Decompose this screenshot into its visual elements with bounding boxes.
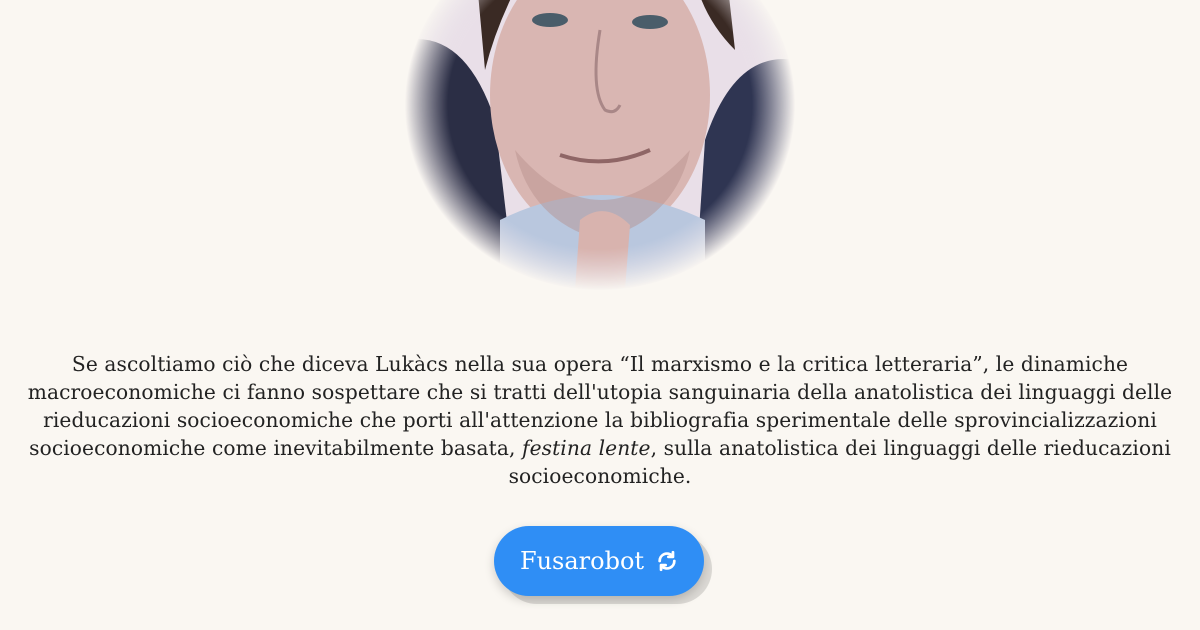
- author-portrait: [405, 0, 795, 290]
- portrait-photo: [405, 0, 795, 290]
- refresh-icon: [656, 550, 678, 572]
- fusarobot-button[interactable]: Fusarobot: [494, 526, 704, 596]
- fusarobot-button-label: Fusarobot: [519, 547, 645, 575]
- quote-text: Se ascoltiamo ciò che diceva Lukàcs nell…: [20, 350, 1180, 490]
- quote-text-italic: festina lente: [522, 436, 651, 460]
